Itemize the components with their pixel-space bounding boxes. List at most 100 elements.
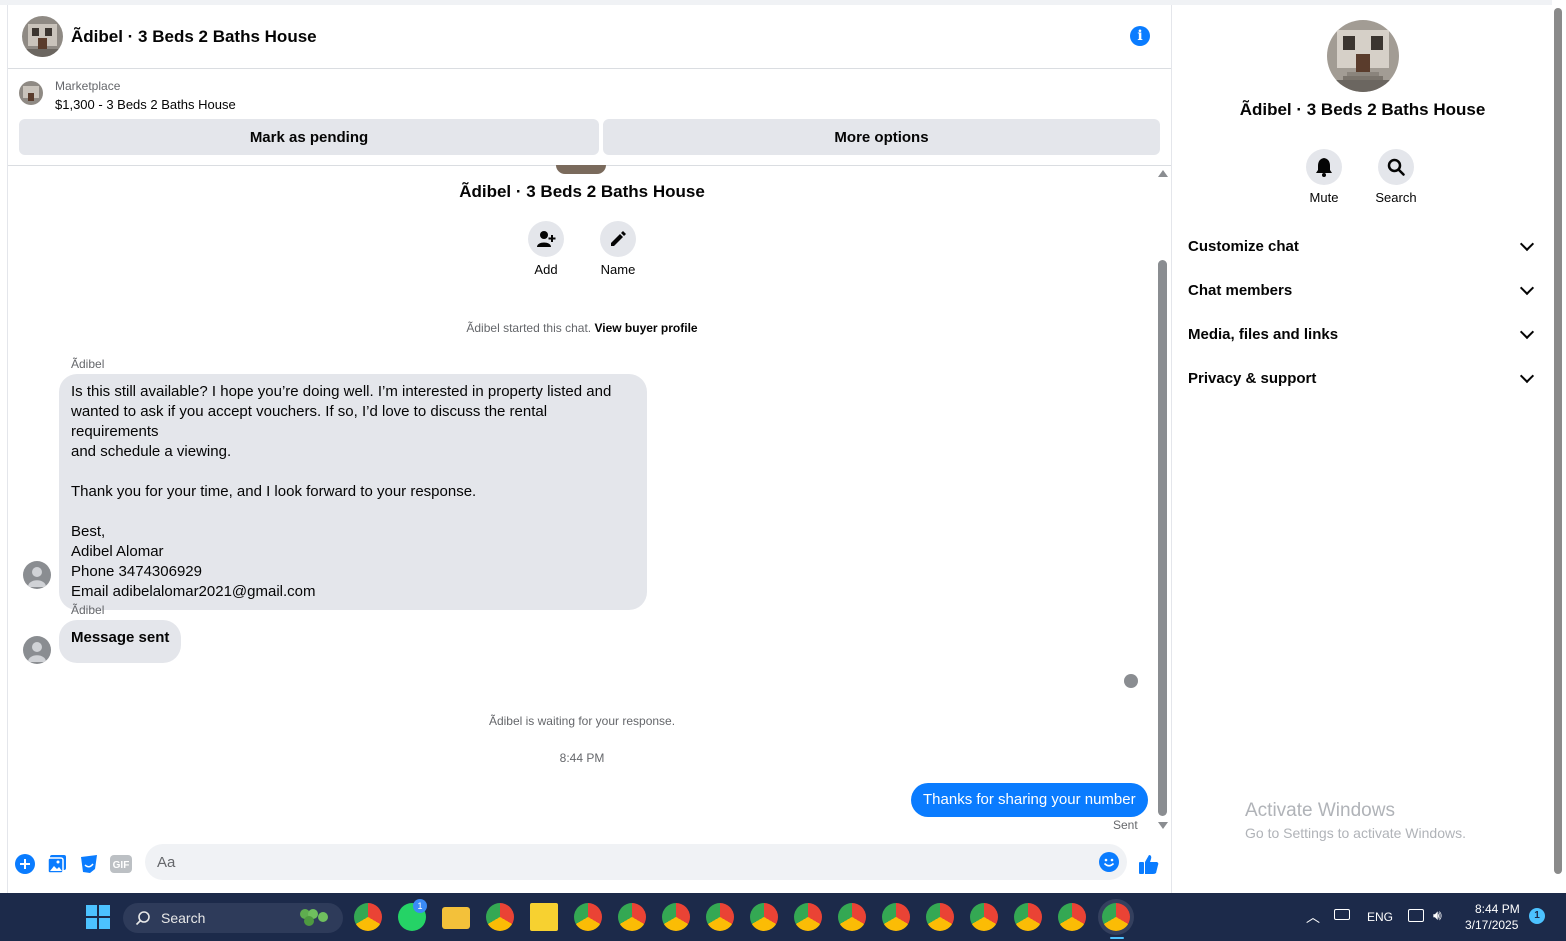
chrome-taskbar-icon[interactable]	[354, 903, 382, 931]
chrome-active-taskbar-icon[interactable]	[1102, 903, 1130, 931]
chrome-profile-taskbar-icon[interactable]	[486, 903, 514, 931]
add-person-icon	[537, 231, 556, 247]
sender-name: Ãdibel	[71, 357, 105, 371]
chrome-profile-taskbar-icon[interactable]	[882, 903, 910, 931]
svg-text:GIF: GIF	[113, 860, 130, 871]
bell-icon	[1316, 158, 1332, 177]
chrome-profile-taskbar-icon[interactable]	[838, 903, 866, 931]
mute-button[interactable]	[1306, 149, 1342, 185]
edit-name-button[interactable]	[600, 221, 636, 257]
sticky-notes-taskbar-icon[interactable]	[530, 903, 558, 931]
chat-pane: Ãdibel · 3 Beds 2 Baths House i Marketpl…	[7, 5, 1172, 893]
file-explorer-taskbar-icon[interactable]	[442, 907, 470, 929]
clock-date[interactable]: 3/17/2025	[1465, 918, 1518, 932]
whatsapp-taskbar-icon[interactable]: 1	[398, 899, 427, 931]
chevron-down-icon	[1519, 280, 1535, 295]
privacy-support-section[interactable]: Privacy & support	[1188, 358, 1538, 398]
section-label: Privacy & support	[1188, 369, 1317, 387]
chevron-down-icon	[1519, 368, 1535, 383]
chrome-profile-taskbar-icon[interactable]	[662, 903, 690, 931]
chat-started-notice: Ãdibel started this chat. View buyer pro…	[8, 321, 1156, 335]
notification-count-badge[interactable]: 1	[1529, 908, 1545, 924]
language-indicator[interactable]: ENG	[1367, 910, 1393, 924]
conversation-heading: Ãdibel · 3 Beds 2 Baths House	[459, 182, 705, 201]
more-options-button[interactable]: More options	[603, 119, 1160, 155]
open-more-actions-button[interactable]	[14, 853, 36, 875]
clover-decoration-icon	[300, 909, 328, 926]
chat-header: Ãdibel · 3 Beds 2 Baths House i	[8, 5, 1172, 69]
chrome-profile-taskbar-icon[interactable]	[706, 903, 734, 931]
start-button[interactable]	[86, 905, 110, 934]
keyboard-icon[interactable]	[1334, 909, 1350, 920]
outgoing-message[interactable]: Thanks for sharing your number	[911, 783, 1148, 817]
marketplace-label: Marketplace	[55, 79, 121, 93]
chrome-profile-taskbar-icon[interactable]	[1058, 903, 1086, 931]
sticker-button[interactable]	[78, 853, 100, 875]
add-person-button[interactable]	[528, 221, 564, 257]
chrome-profile-taskbar-icon[interactable]	[574, 903, 602, 931]
search-icon	[1387, 158, 1405, 176]
windows-logo-icon	[86, 905, 110, 929]
incoming-message[interactable]: Message sent	[59, 620, 182, 663]
chat-members-section[interactable]: Chat members	[1188, 270, 1538, 310]
info-icon[interactable]: i	[1130, 26, 1150, 46]
search-label: Search	[1375, 190, 1417, 205]
chrome-profile-taskbar-icon[interactable]	[794, 903, 822, 931]
incoming-message[interactable]: Is this still available? I hope you’re d…	[59, 374, 647, 610]
chrome-profile-taskbar-icon[interactable]	[1014, 903, 1042, 931]
chrome-profile-taskbar-icon[interactable]	[970, 903, 998, 931]
conversation-title[interactable]: Ãdibel · 3 Beds 2 Baths House	[71, 27, 317, 47]
photo-icon	[47, 855, 66, 874]
sent-status: Sent	[1113, 818, 1138, 832]
name-label: Name	[600, 262, 636, 277]
like-button[interactable]	[1137, 853, 1161, 875]
network-icon[interactable]	[1408, 909, 1424, 922]
message-input[interactable]	[145, 844, 1045, 880]
tray-overflow-chevron-icon[interactable]: ︿	[1306, 907, 1320, 927]
conversation-avatar[interactable]	[22, 16, 63, 57]
scroll-down-arrow[interactable]	[1158, 822, 1168, 829]
active-app-indicator	[1110, 937, 1124, 939]
conversation-photo[interactable]	[1327, 20, 1399, 92]
attach-photo-button[interactable]	[46, 853, 68, 875]
customize-chat-section[interactable]: Customize chat	[1188, 226, 1538, 266]
window-scrollbar-thumb[interactable]	[1554, 8, 1562, 874]
clock-time[interactable]: 8:44 PM	[1475, 902, 1520, 916]
listing-price-title[interactable]: $1,300 - 3 Beds 2 Baths House	[55, 97, 236, 112]
chrome-profile-taskbar-icon[interactable]	[926, 903, 954, 931]
gif-icon: GIF	[110, 855, 132, 873]
scrollbar-thumb[interactable]	[1158, 260, 1167, 816]
view-buyer-profile-link[interactable]: View buyer profile	[594, 321, 697, 335]
taskbar-search-label: Search	[161, 910, 206, 926]
message-composer[interactable]	[145, 844, 1127, 880]
chevron-down-icon	[1519, 324, 1535, 339]
search-in-conversation-button[interactable]	[1378, 149, 1414, 185]
activate-windows-watermark: Activate Windows	[1245, 800, 1395, 821]
chat-started-text: Ãdibel started this chat.	[466, 321, 592, 335]
sender-avatar[interactable]	[23, 636, 51, 664]
plus-circle-icon	[15, 854, 35, 874]
sender-avatar[interactable]	[23, 561, 51, 589]
sticker-icon	[81, 855, 97, 873]
thumbs-up-icon	[1139, 855, 1159, 874]
chevron-down-icon	[1519, 236, 1535, 251]
emoji-button[interactable]	[1099, 852, 1119, 872]
volume-icon[interactable]: 🔊︎	[1433, 907, 1442, 924]
mark-as-pending-button[interactable]: Mark as pending	[19, 119, 599, 155]
waiting-notice: Ãdibel is waiting for your response.	[488, 714, 676, 728]
chrome-profile-taskbar-icon[interactable]	[618, 903, 646, 931]
activate-windows-hint: Go to Settings to activate Windows.	[1245, 825, 1466, 841]
listing-thumbnail[interactable]	[19, 81, 43, 105]
taskbar-search[interactable]: Search	[123, 903, 343, 933]
conversation-details-panel: Ãdibel · 3 Beds 2 Baths House Mute Searc…	[1171, 5, 1552, 893]
media-files-links-section[interactable]: Media, files and links	[1188, 314, 1538, 354]
chrome-profile-taskbar-icon[interactable]	[750, 903, 778, 931]
read-receipt-avatar	[1124, 674, 1138, 688]
scroll-up-arrow[interactable]	[1158, 170, 1168, 177]
pencil-icon	[611, 231, 626, 246]
details-title: Ãdibel · 3 Beds 2 Baths House	[1239, 100, 1486, 119]
gif-button[interactable]: GIF	[110, 853, 132, 875]
windows-taskbar: Search 1 ︿ ENG 🔊︎ 8:44 PM 3/17/2025 1	[0, 893, 1566, 941]
search-icon	[135, 911, 150, 926]
add-label: Add	[534, 262, 558, 277]
